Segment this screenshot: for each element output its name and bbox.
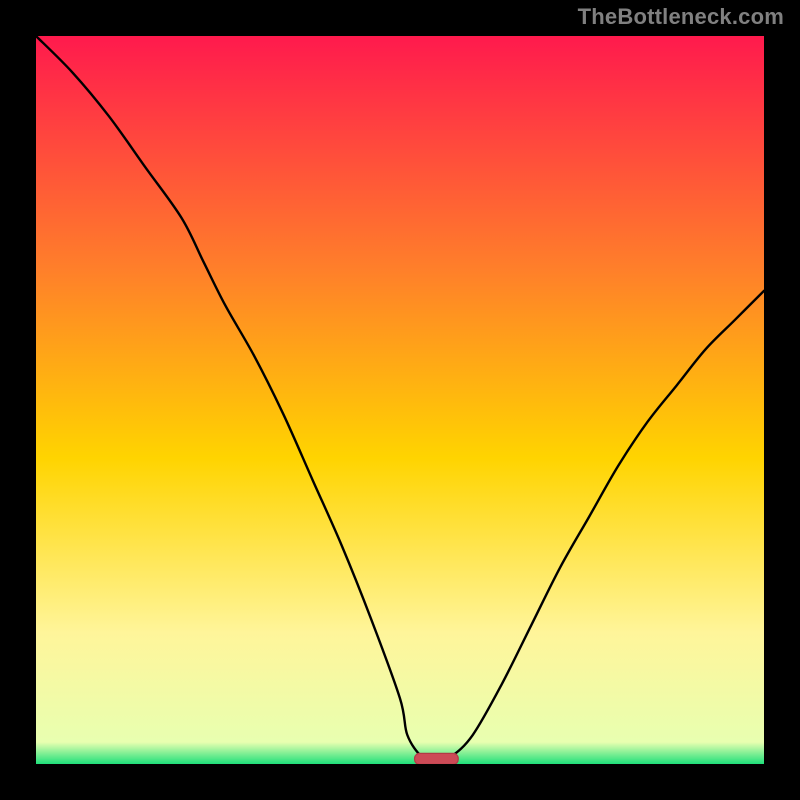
chart-frame: TheBottleneck.com [0, 0, 800, 800]
bottleneck-chart [36, 36, 764, 764]
watermark-text: TheBottleneck.com [578, 4, 784, 30]
minimum-marker [415, 753, 459, 764]
gradient-background [36, 36, 764, 764]
plot-area [36, 36, 764, 764]
